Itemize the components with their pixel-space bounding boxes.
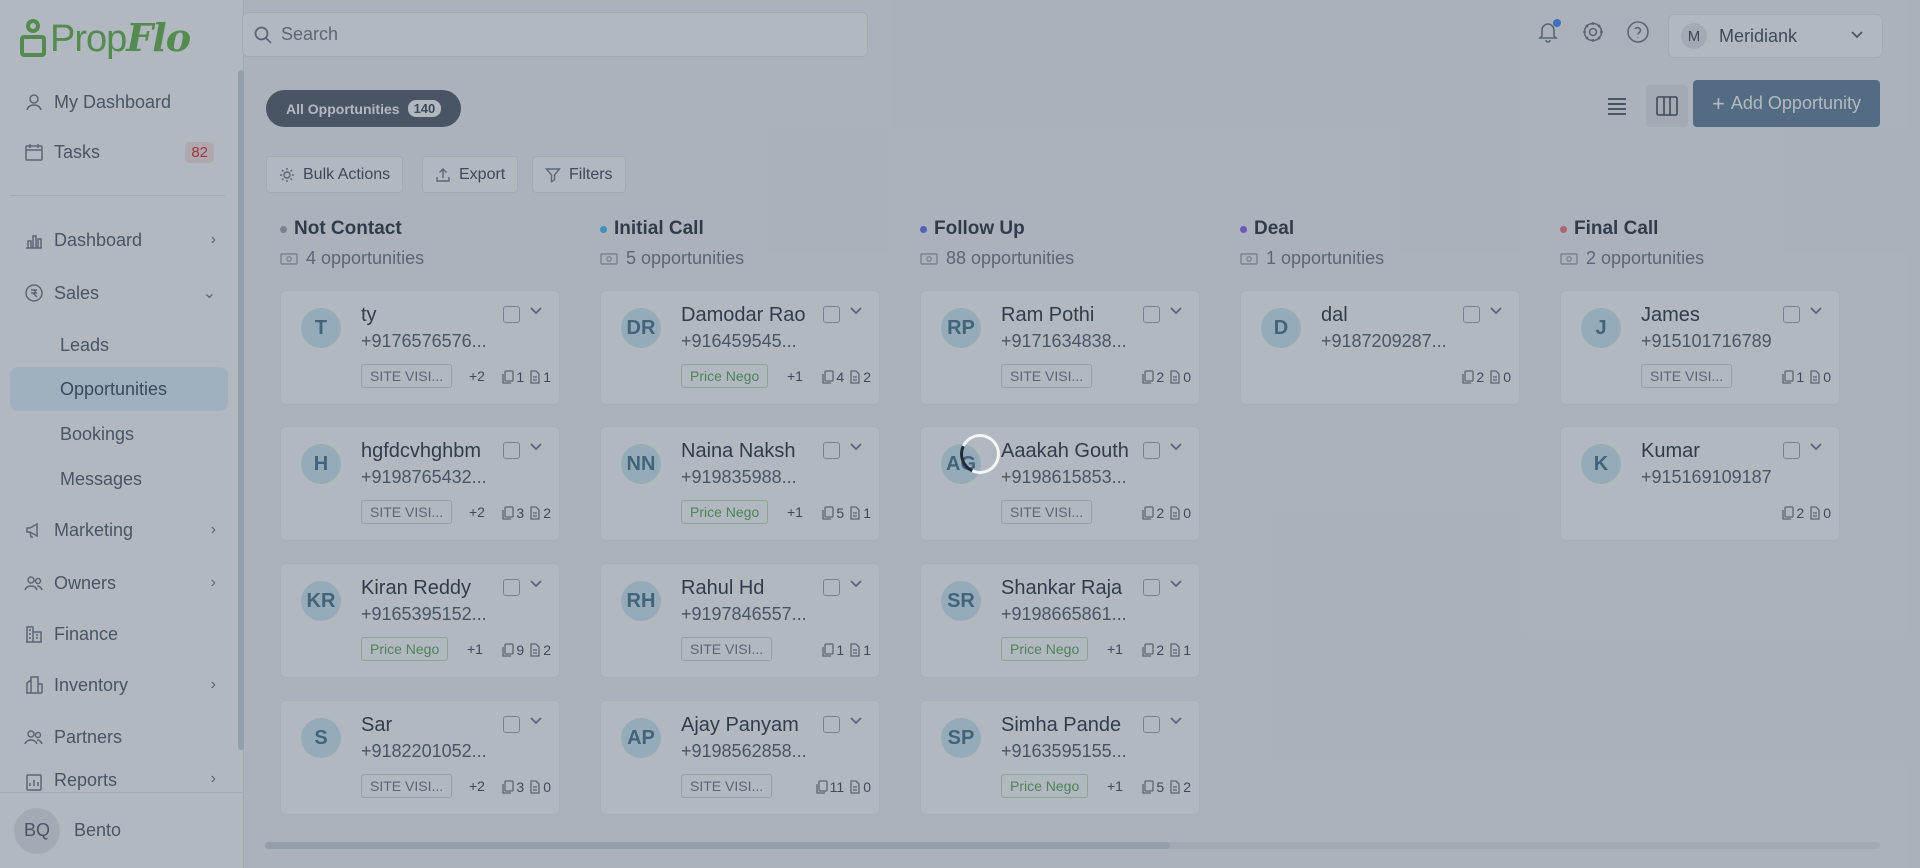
loading-overlay	[0, 0, 1920, 868]
